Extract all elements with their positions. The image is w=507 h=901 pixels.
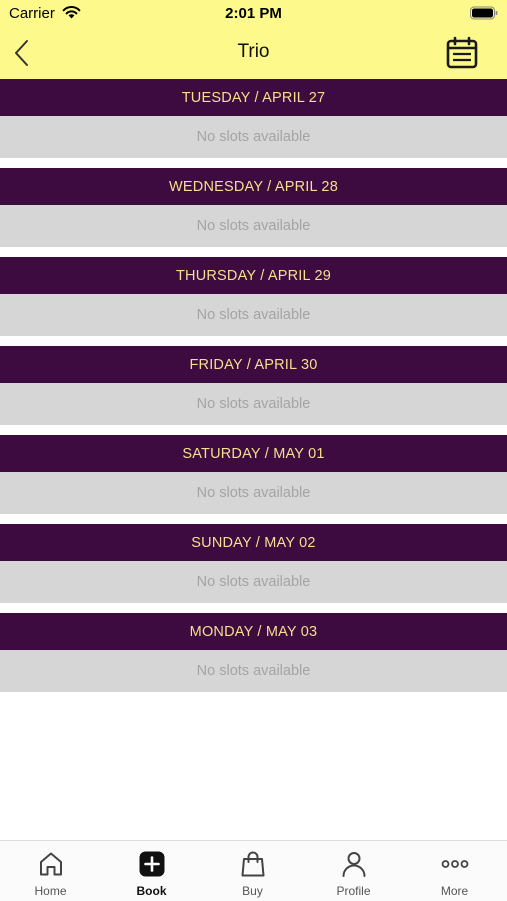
tab-home[interactable]: Home <box>0 841 101 901</box>
no-slots-message: No slots available <box>0 472 507 514</box>
day-header: FRIDAY / APRIL 30 <box>0 346 507 383</box>
battery-icon <box>470 6 498 20</box>
day-divider <box>0 425 507 435</box>
tab-label: Profile <box>336 884 371 898</box>
tab-more[interactable]: More <box>404 841 505 901</box>
no-slots-message: No slots available <box>0 650 507 692</box>
day-section: TUESDAY / APRIL 27 No slots available <box>0 79 507 168</box>
day-divider <box>0 514 507 524</box>
tab-profile[interactable]: Profile <box>303 841 404 901</box>
day-section: WEDNESDAY / APRIL 28 No slots available <box>0 168 507 257</box>
day-header: WEDNESDAY / APRIL 28 <box>0 168 507 205</box>
calendar-icon[interactable] <box>445 36 479 70</box>
status-time: 2:01 PM <box>225 5 282 22</box>
page-title: Trio <box>237 41 270 62</box>
status-bar: Carrier 2:01 PM <box>0 0 507 28</box>
shopping-bag-icon <box>241 851 264 877</box>
day-section: THURSDAY / APRIL 29 No slots available <box>0 257 507 346</box>
no-slots-message: No slots available <box>0 383 507 425</box>
top-bar: Carrier 2:01 PM Trio <box>0 0 507 79</box>
day-divider <box>0 603 507 613</box>
tab-label: Home <box>34 884 67 898</box>
tab-book[interactable]: Book <box>101 841 202 901</box>
day-section: MONDAY / MAY 03 No slots available <box>0 613 507 702</box>
day-header: SUNDAY / MAY 02 <box>0 524 507 561</box>
day-section: SUNDAY / MAY 02 No slots available <box>0 524 507 613</box>
nav-bar: Trio <box>0 28 507 79</box>
home-icon <box>39 852 62 876</box>
plus-square-icon <box>139 851 164 877</box>
day-header: THURSDAY / APRIL 29 <box>0 257 507 294</box>
no-slots-message: No slots available <box>0 561 507 603</box>
no-slots-message: No slots available <box>0 205 507 247</box>
no-slots-message: No slots available <box>0 294 507 336</box>
tab-label: Buy <box>242 884 263 898</box>
tab-bar: Home Book Buy Profile More <box>0 840 507 901</box>
tab-label: Book <box>136 884 167 898</box>
more-dots-icon <box>441 860 468 868</box>
tab-label: More <box>440 884 469 898</box>
day-divider <box>0 158 507 168</box>
day-divider <box>0 336 507 346</box>
person-icon <box>342 852 365 877</box>
day-header: SATURDAY / MAY 01 <box>0 435 507 472</box>
day-divider <box>0 247 507 257</box>
day-header: MONDAY / MAY 03 <box>0 613 507 650</box>
day-header: TUESDAY / APRIL 27 <box>0 79 507 116</box>
tab-buy[interactable]: Buy <box>202 841 303 901</box>
day-list: TUESDAY / APRIL 27 No slots available WE… <box>0 79 507 702</box>
day-section: FRIDAY / APRIL 30 No slots available <box>0 346 507 435</box>
day-section: SATURDAY / MAY 01 No slots available <box>0 435 507 524</box>
no-slots-message: No slots available <box>0 116 507 158</box>
